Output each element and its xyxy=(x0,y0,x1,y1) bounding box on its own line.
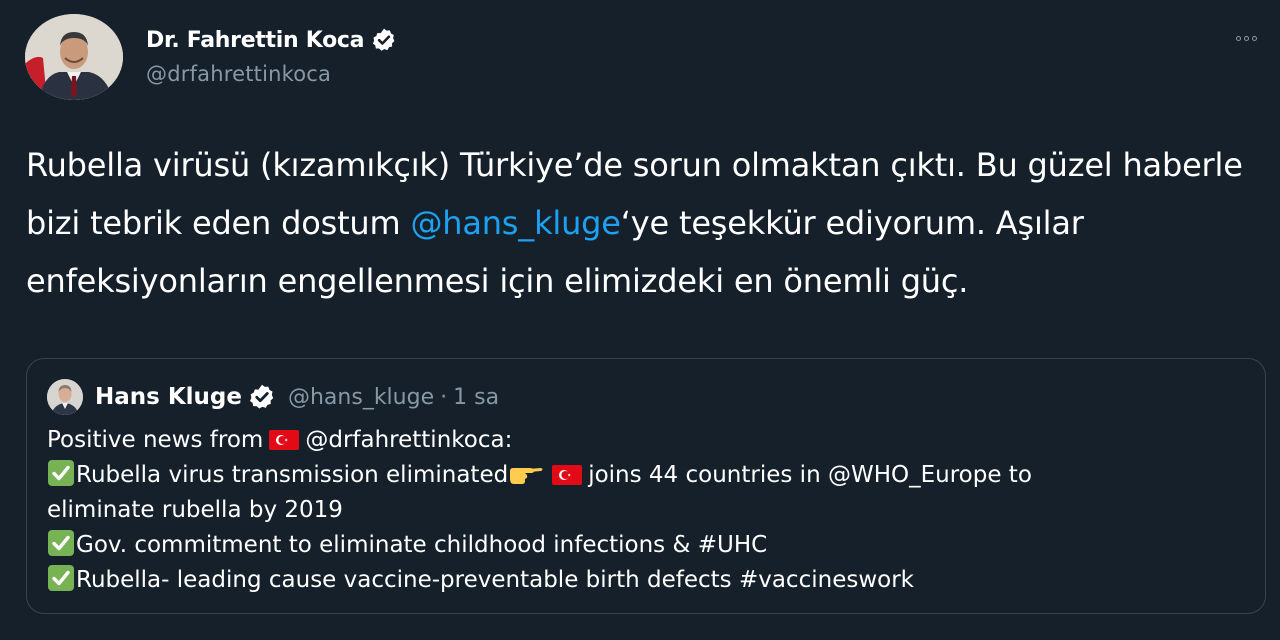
quoted-line: Rubella- leading cause vaccine-preventab… xyxy=(47,563,1247,598)
quoted-line1-text: Positive news from xyxy=(47,427,264,453)
pointing-hand-icon xyxy=(508,460,544,486)
quoted-author-avatar[interactable] xyxy=(47,379,83,415)
quoted-line4-text: Gov. commitment to eliminate childhood i… xyxy=(76,532,768,558)
quoted-line: Gov. commitment to eliminate childhood i… xyxy=(47,528,1247,563)
quoted-tweet-header: Hans Kluge @hans_kluge · 1 sa xyxy=(47,377,499,417)
quoted-line3-text: eliminate rubella by 2019 xyxy=(47,497,343,523)
quoted-author-name[interactable]: Hans Kluge xyxy=(95,384,242,410)
check-mark-icon xyxy=(47,529,75,557)
quoted-tweet[interactable]: Hans Kluge @hans_kluge · 1 sa Positive n… xyxy=(26,358,1266,614)
author-handle[interactable]: @drfahrettinkoca xyxy=(146,62,397,86)
quoted-author-handle[interactable]: @hans_kluge xyxy=(288,385,434,410)
tweet-text: Rubella virüsü (kızamıkçık) Türkiye’de s… xyxy=(26,136,1256,310)
turkey-flag-icon xyxy=(552,461,583,485)
quoted-line2-text: Rubella virus transmission eliminated xyxy=(76,462,509,488)
quoted-line5-text: Rubella- leading cause vaccine-preventab… xyxy=(76,567,914,593)
meta-separator: · xyxy=(440,384,448,410)
author-avatar[interactable] xyxy=(25,14,123,100)
mention-link[interactable]: @hans_kluge xyxy=(410,204,621,242)
author-name-row: Dr. Fahrettin Koca xyxy=(146,24,397,56)
quoted-line: eliminate rubella by 2019 xyxy=(47,493,1247,528)
quoted-line2-rest: joins 44 countries in @WHO_Europe to xyxy=(588,462,1032,488)
more-options-icon[interactable] xyxy=(1228,26,1264,50)
check-mark-icon xyxy=(47,459,75,487)
author-name[interactable]: Dr. Fahrettin Koca xyxy=(146,28,364,53)
turkey-flag-icon xyxy=(269,426,300,450)
quoted-line: Rubella virus transmission eliminated joi… xyxy=(47,458,1247,493)
quoted-timestamp[interactable]: 1 sa xyxy=(453,385,499,410)
check-mark-icon xyxy=(47,564,75,592)
verified-badge-icon xyxy=(371,27,397,53)
quoted-line: Positive news from @drfahrettinkoca: xyxy=(47,423,1247,458)
verified-badge-icon xyxy=(248,383,276,411)
quoted-tweet-text: Positive news from @drfahrettinkoca: Rube… xyxy=(47,423,1247,598)
tweet-card: Dr. Fahrettin Koca @drfahrettinkoca Rube… xyxy=(0,0,1280,640)
quoted-line1-mention[interactable]: @drfahrettinkoca: xyxy=(305,427,512,453)
author-info: Dr. Fahrettin Koca @drfahrettinkoca xyxy=(146,24,397,86)
